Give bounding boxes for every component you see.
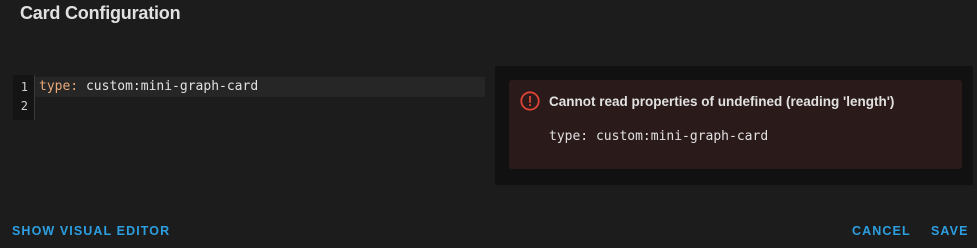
code-line-1[interactable]: type: custom:mini-graph-card bbox=[39, 77, 258, 97]
line-number-1: 1 bbox=[20, 80, 28, 94]
card-preview: Cannot read properties of undefined (rea… bbox=[495, 66, 973, 185]
card-configuration-dialog: Card Configuration 1 2 type: custom:mini… bbox=[0, 0, 977, 248]
error-card: Cannot read properties of undefined (rea… bbox=[509, 80, 962, 169]
error-config-detail: type: custom:mini-graph-card bbox=[549, 129, 769, 144]
line-number-2: 2 bbox=[20, 99, 28, 113]
save-button[interactable]: SAVE bbox=[931, 224, 969, 238]
show-visual-editor-button[interactable]: SHOW VISUAL EDITOR bbox=[12, 224, 170, 238]
error-message: Cannot read properties of undefined (rea… bbox=[549, 94, 895, 109]
yaml-value: custom:mini-graph-card bbox=[78, 79, 259, 94]
alert-circle-icon bbox=[520, 91, 540, 111]
dialog-title: Card Configuration bbox=[20, 3, 181, 23]
yaml-code-editor[interactable]: 1 2 type: custom:mini-graph-card bbox=[13, 75, 485, 120]
yaml-key: type: bbox=[39, 79, 79, 94]
line-number-gutter: 1 2 bbox=[13, 75, 35, 120]
cancel-button[interactable]: CANCEL bbox=[852, 224, 911, 238]
